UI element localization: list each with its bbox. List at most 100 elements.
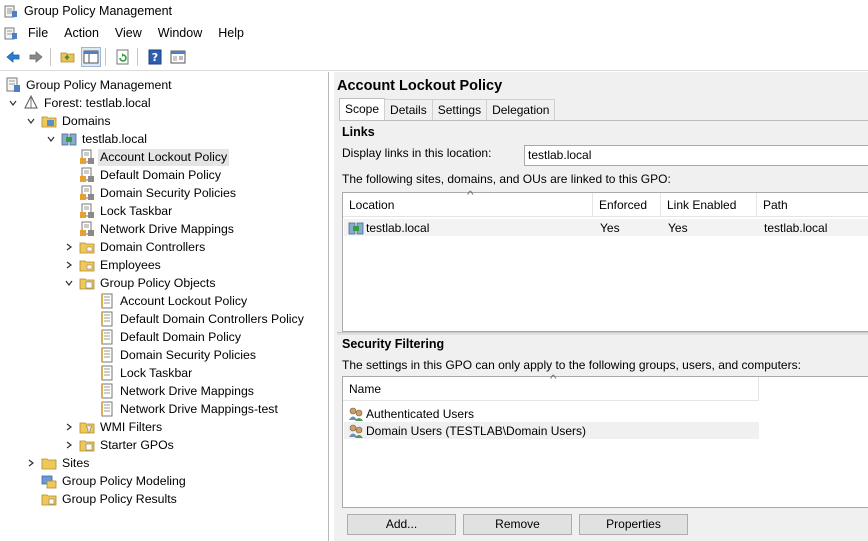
system-menu-icon[interactable] — [4, 26, 18, 40]
tree-item-gpo[interactable]: Default Domain Controllers Policy — [99, 310, 306, 328]
tree-label: Default Domain Policy — [120, 329, 241, 344]
add-button[interactable]: Add... — [347, 514, 456, 535]
expand-chevron-icon[interactable] — [63, 439, 75, 451]
show-hide-tree-icon[interactable] — [81, 47, 101, 67]
menu-file[interactable]: File — [20, 22, 56, 44]
tree-label: testlab.local — [82, 131, 147, 146]
expand-chevron-icon[interactable] — [63, 241, 75, 253]
tree-item-sites[interactable]: Sites — [25, 454, 91, 472]
forest-icon — [23, 95, 39, 111]
tree-item-gpo[interactable]: Default Domain Policy — [99, 328, 243, 346]
tree-item-gpo[interactable]: Account Lockout Policy — [99, 292, 249, 310]
tree-item-gp-results[interactable]: Group Policy Results — [41, 490, 179, 508]
tab-delegation[interactable]: Delegation — [486, 99, 556, 120]
cell-link-enabled: Yes — [668, 220, 688, 235]
tree-item-gpm-root[interactable]: Group Policy Management — [5, 76, 174, 94]
gpo-icon — [99, 329, 115, 345]
links-list-header: ^ Location Enforced Link Enabled Path — [343, 190, 868, 217]
security-description: The settings in this GPO can only apply … — [342, 358, 801, 372]
tree-item-forest[interactable]: Forest: testlab.local — [7, 94, 153, 112]
table-row[interactable]: testlab.local Yes Yes testlab.local — [344, 219, 868, 236]
remove-button[interactable]: Remove — [463, 514, 572, 535]
tree-item-ou[interactable]: Domain Controllers — [63, 238, 207, 256]
tree-label: Group Policy Results — [62, 491, 177, 506]
tree-item-wmi-filters[interactable]: WMI Filters — [63, 418, 164, 436]
collapse-chevron-icon[interactable] — [25, 115, 37, 127]
tree-item-ou[interactable]: Employees — [63, 256, 163, 274]
column-enforced[interactable]: Enforced — [593, 193, 661, 217]
details-pane: Account Lockout Policy Scope Details Set… — [334, 72, 868, 541]
properties-button[interactable]: Properties — [579, 514, 688, 535]
tree-label: Domains — [62, 113, 111, 128]
gpo-icon — [99, 293, 115, 309]
svg-text:?: ? — [152, 51, 158, 64]
scope-tab-page: Links Display links in this location: te… — [337, 120, 868, 541]
expand-chevron-icon[interactable] — [25, 457, 37, 469]
menu-view[interactable]: View — [107, 22, 150, 44]
column-link-enabled[interactable]: Link Enabled — [661, 193, 757, 217]
tree-item-starter-gpos[interactable]: Starter GPOs — [63, 436, 176, 454]
tree-item-gpo-link[interactable]: Default Domain Policy — [79, 166, 223, 184]
sort-ascending-icon: ^ — [549, 374, 557, 385]
tree-item-gpo-container[interactable]: Group Policy Objects — [63, 274, 218, 292]
expand-chevron-icon[interactable] — [63, 421, 75, 433]
tab-details[interactable]: Details — [384, 99, 433, 120]
expand-chevron-icon[interactable] — [63, 259, 75, 271]
gpo-title: Account Lockout Policy — [337, 78, 503, 94]
list-item[interactable]: Domain Users (TESTLAB\Domain Users) — [344, 422, 759, 439]
tree-item-gp-modeling[interactable]: Group Policy Modeling — [41, 472, 188, 490]
toolbar-separator — [105, 48, 106, 66]
tab-scope[interactable]: Scope — [339, 98, 386, 120]
tree-item-gpo-link[interactable]: Network Drive Mappings — [79, 220, 236, 238]
sort-ascending-icon: ^ — [466, 190, 474, 201]
tab-settings[interactable]: Settings — [431, 99, 488, 120]
up-folder-icon[interactable] — [58, 47, 78, 67]
tree-item-gpo-link[interactable]: Domain Security Policies — [79, 184, 238, 202]
collapse-chevron-icon[interactable] — [7, 97, 19, 109]
menu-help[interactable]: Help — [210, 22, 252, 44]
tree-label: Domain Controllers — [100, 239, 206, 254]
gpo-icon — [99, 311, 115, 327]
gpo-icon — [99, 401, 115, 417]
tree-label: Lock Taskbar — [120, 365, 193, 380]
column-location[interactable]: ^ Location — [343, 190, 593, 217]
cell-enforced: Yes — [600, 220, 620, 235]
pane-splitter[interactable] — [337, 332, 868, 335]
gpo-icon — [99, 347, 115, 363]
properties-icon[interactable] — [168, 47, 188, 67]
tree-label: Default Domain Controllers Policy — [120, 311, 304, 326]
window-title: Group Policy Management — [24, 4, 172, 18]
menu-window[interactable]: Window — [150, 22, 210, 44]
cell-location: testlab.local — [366, 220, 430, 235]
tree-item-domains[interactable]: Domains — [25, 112, 113, 130]
tree-label: Account Lockout Policy — [120, 293, 248, 308]
toolbar: ? — [0, 44, 868, 71]
display-links-dropdown[interactable]: testlab.local — [524, 145, 868, 166]
tree-item-gpo[interactable]: Lock Taskbar — [99, 364, 194, 382]
tree-item-domain-testlab[interactable]: testlab.local — [45, 130, 149, 148]
menu-action[interactable]: Action — [56, 22, 107, 44]
help-icon[interactable]: ? — [145, 47, 165, 67]
forward-arrow-icon[interactable] — [26, 47, 46, 67]
tree-item-gpo[interactable]: Network Drive Mappings — [99, 382, 256, 400]
list-item[interactable]: Authenticated Users — [344, 405, 759, 422]
tree-item-gpo[interactable]: Domain Security Policies — [99, 346, 258, 364]
back-arrow-icon[interactable] — [3, 47, 23, 67]
security-principal-name: Authenticated Users — [366, 406, 475, 421]
starter-folder-icon — [79, 437, 95, 453]
column-path[interactable]: Path — [757, 193, 868, 217]
console-tree[interactable]: Group Policy Management Forest: testlab.… — [0, 72, 329, 541]
tree-item-gpo-link[interactable]: Lock Taskbar — [79, 202, 174, 220]
tree-label: Network Drive Mappings-test — [120, 401, 278, 416]
security-filtering-list[interactable]: ^ Name Authenticated Users Domain Users … — [342, 374, 868, 508]
refresh-icon[interactable] — [113, 47, 133, 67]
links-list[interactable]: ^ Location Enforced Link Enabled Path te… — [342, 190, 868, 332]
toolbar-separator — [50, 48, 51, 66]
collapse-chevron-icon[interactable] — [45, 133, 57, 145]
tree-label: Default Domain Policy — [100, 167, 221, 182]
collapse-chevron-icon[interactable] — [63, 277, 75, 289]
tree-item-gpo-link[interactable]: Account Lockout Policy — [79, 148, 230, 166]
gpo-folder-icon — [79, 275, 95, 291]
column-name[interactable]: ^ Name — [343, 374, 759, 401]
tree-item-gpo[interactable]: Network Drive Mappings-test — [99, 400, 280, 418]
